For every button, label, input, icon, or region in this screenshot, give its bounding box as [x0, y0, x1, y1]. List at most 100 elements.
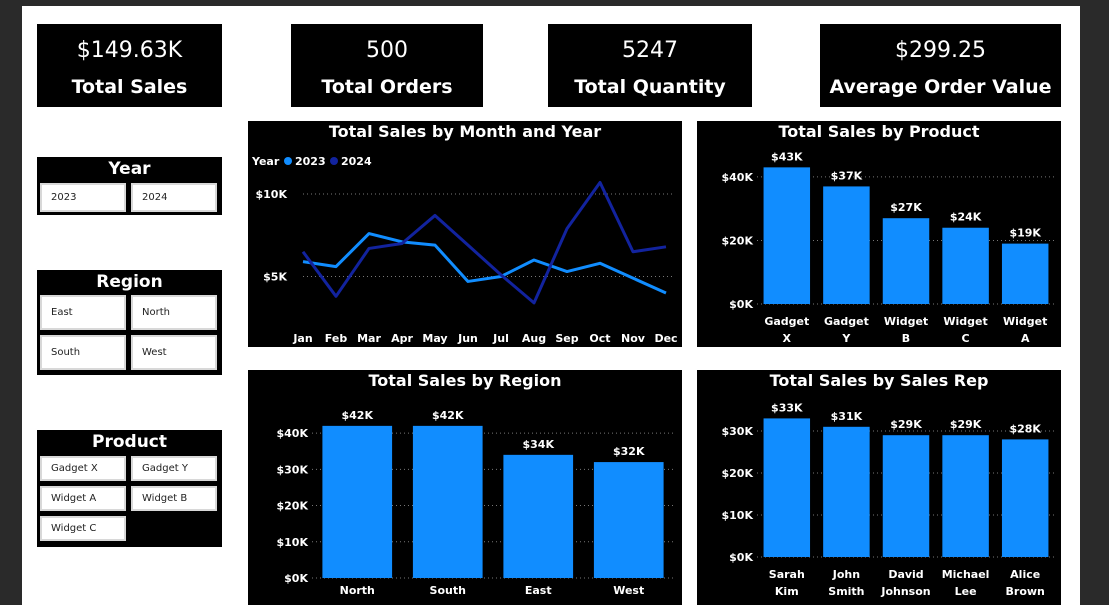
y-tick-label: $20K [722, 467, 754, 480]
x-tick-label: Oct [589, 332, 610, 345]
sales-by-rep-chart[interactable]: Total Sales by Sales Rep $0K $10K $20K $30K… [697, 370, 1061, 605]
product-option-widget-b[interactable]: Widget B [131, 486, 217, 511]
sales-by-region-plot: $0K $10K $20K $30K $40K $42K North $42K South $34… [277, 409, 674, 597]
bar [882, 218, 930, 304]
bar [942, 227, 989, 304]
data-label: $32K [613, 445, 645, 458]
y-tick-label: $30K [722, 425, 754, 438]
data-label: $28K [1009, 422, 1041, 435]
x-tick-label: Gadget [824, 315, 869, 328]
y-tick-label: $40K [277, 427, 309, 440]
bar [322, 425, 393, 578]
x-tick-label: Brown [1006, 585, 1045, 598]
data-label: $31K [831, 410, 863, 423]
data-label: $43K [771, 150, 803, 163]
x-tick-label: Dec [654, 332, 677, 345]
sales-by-product-plot: $0K $20K $40K $43K Gadget X $37K Gadget Y $27K Wid… [722, 150, 1055, 345]
x-tick-label: North [340, 584, 375, 597]
bar [412, 425, 483, 578]
x-tick-label: South [430, 584, 466, 597]
x-tick-label: Widget [884, 315, 928, 328]
region-option-south[interactable]: South [40, 335, 126, 370]
bar [763, 418, 811, 557]
bar [503, 454, 574, 578]
kpi-value: $149.63K [76, 38, 183, 63]
y-tick-label: $10K [277, 536, 309, 549]
bar [593, 462, 664, 578]
y-tick-label: $20K [277, 500, 309, 513]
x-tick-label: May [422, 332, 447, 345]
bar [1001, 439, 1049, 557]
x-tick-label: Mar [357, 332, 381, 345]
kpi-total-orders[interactable]: 500 Total Orders [291, 24, 483, 107]
kpi-label: Average Order Value [829, 76, 1052, 98]
x-tick-label: Lee [955, 585, 977, 598]
region-slicer: Region East North South West [37, 270, 222, 375]
y-tick-label: $40K [722, 171, 754, 184]
x-tick-label: West [613, 584, 644, 597]
x-tick-label: B [902, 332, 910, 345]
y-tick-label: $30K [277, 463, 309, 476]
x-tick-label: Widget [1003, 315, 1047, 328]
y-tick-label: $0K [284, 572, 308, 585]
x-tick-label: John [832, 568, 860, 581]
y-tick-label: $10K [256, 188, 288, 201]
data-label: $29K [950, 418, 982, 431]
sales-by-product-chart[interactable]: Total Sales by Product $0K $20K $40K $43K Ga… [697, 121, 1061, 347]
data-label: $34K [523, 438, 555, 451]
kpi-label: Total Sales [71, 76, 188, 98]
bar [1001, 243, 1049, 304]
y-tick-label: $20K [722, 234, 754, 247]
year-option-2024[interactable]: 2024 [131, 183, 217, 212]
kpi-value: $299.25 [895, 38, 986, 63]
x-tick-label: C [962, 332, 970, 345]
data-label: $24K [950, 211, 982, 224]
product-option-widget-c[interactable]: Widget C [40, 516, 126, 541]
kpi-value: 500 [366, 38, 408, 63]
product-option-gadget-y[interactable]: Gadget Y [131, 456, 217, 481]
x-tick-label: East [525, 584, 552, 597]
kpi-total-sales[interactable]: $149.63K Total Sales [37, 24, 222, 107]
bar [823, 426, 870, 557]
data-label: $29K [890, 418, 922, 431]
legend-label: 2023 [295, 155, 326, 168]
slicer-title: Product [92, 432, 167, 452]
bar [882, 435, 930, 557]
slicer-title: Region [96, 272, 163, 292]
report-canvas: $149.63K Total Sales 500 Total Orders 52… [22, 6, 1080, 605]
year-option-2023[interactable]: 2023 [40, 183, 126, 212]
product-option-widget-a[interactable]: Widget A [40, 486, 126, 511]
kpi-value: 5247 [622, 38, 678, 63]
x-tick-label: Kim [775, 585, 799, 598]
region-option-east[interactable]: East [40, 295, 126, 330]
region-option-north[interactable]: North [131, 295, 217, 330]
x-tick-label: Y [841, 332, 851, 345]
bar [942, 435, 989, 557]
region-option-west[interactable]: West [131, 335, 217, 370]
year-slicer: Year 2023 2024 [37, 157, 222, 215]
y-tick-label: $0K [729, 298, 753, 311]
x-tick-label: Jul [492, 332, 509, 345]
x-tick-label: Gadget [764, 315, 809, 328]
x-tick-label: X [783, 332, 792, 345]
data-label: $42K [342, 409, 374, 422]
kpi-label: Total Orders [321, 76, 453, 98]
sales-by-rep-plot: $0K $10K $20K $30K $33K Sarah Kim $31K John Smith… [722, 401, 1055, 598]
kpi-average-order-value[interactable]: $299.25 Average Order Value [820, 24, 1061, 107]
data-label: $37K [831, 169, 863, 182]
sales-by-month-chart[interactable]: Total Sales by Month and Year $5K $10K Jan… [248, 121, 682, 347]
bar [763, 167, 811, 304]
kpi-total-quantity[interactable]: 5247 Total Quantity [548, 24, 752, 107]
legend-label: 2024 [341, 155, 372, 168]
product-slicer: Product Gadget X Gadget Y Widget A Widge… [37, 430, 222, 547]
product-option-gadget-x[interactable]: Gadget X [40, 456, 126, 481]
data-label: $42K [432, 409, 464, 422]
x-tick-label: Jun [457, 332, 478, 345]
data-label: $27K [890, 201, 922, 214]
x-tick-label: Sep [555, 332, 578, 345]
x-tick-label: Johnson [880, 585, 930, 598]
kpi-label: Total Quantity [574, 76, 726, 98]
x-tick-label: Smith [828, 585, 864, 598]
x-tick-label: Jan [292, 332, 312, 345]
sales-by-region-chart[interactable]: Total Sales by Region $0K $10K $20K $30K $40… [248, 370, 682, 605]
